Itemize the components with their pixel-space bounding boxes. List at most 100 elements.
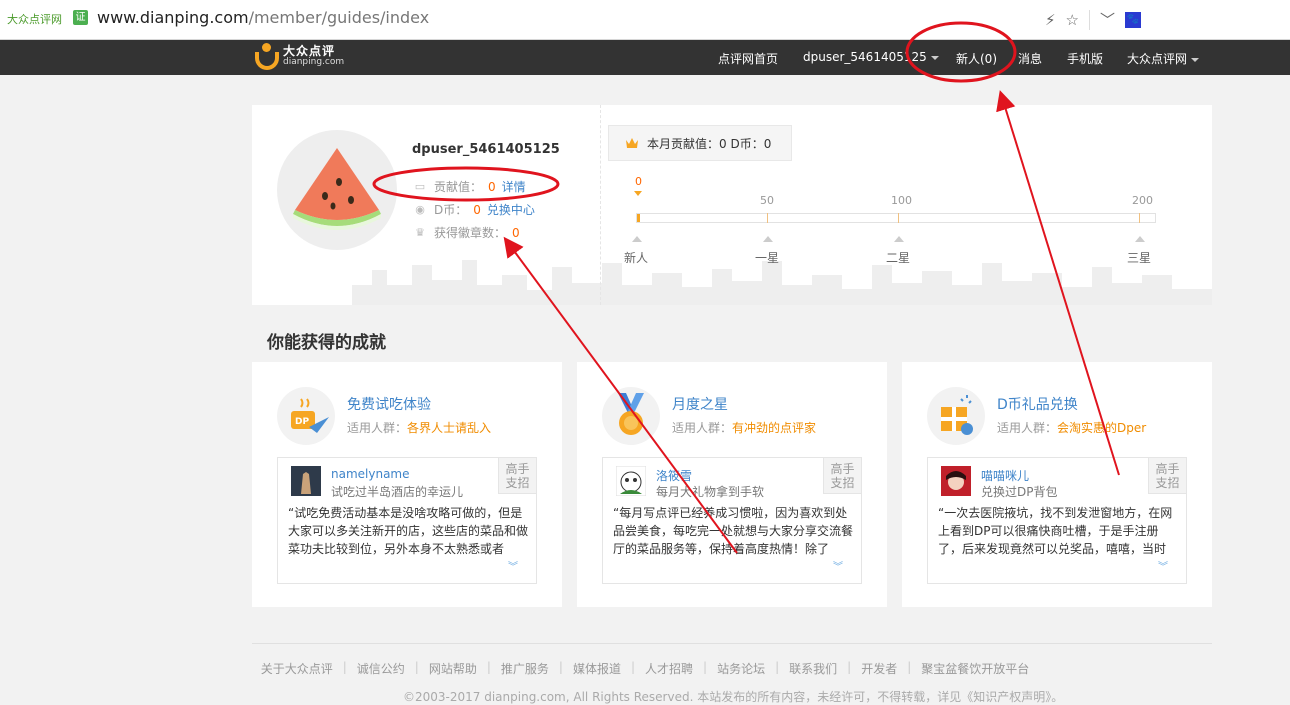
card-audience: 适用人群：会淘实惠的Dper xyxy=(997,419,1146,436)
footer-link[interactable]: 诚信公约 xyxy=(357,660,405,677)
footer-link[interactable]: 推广服务 xyxy=(501,660,549,677)
review-text: “每月写点评已经养成习惯啦，因为喜欢到处品尝美食，每吃完一处就想与大家分享交流餐… xyxy=(613,506,854,556)
medal-icon xyxy=(618,393,644,435)
exchange-center-link[interactable]: 兑换中心 xyxy=(487,201,535,218)
url-host: www.dianping.com xyxy=(97,8,249,27)
dianping-logo[interactable]: 大众点评 dianping.com xyxy=(253,43,344,71)
expert-tips-badge: 高手 支招 xyxy=(823,458,861,494)
lightning-icon[interactable]: ⚡ xyxy=(1045,11,1056,29)
progress-tick xyxy=(767,213,768,223)
footer-divider xyxy=(252,643,1212,644)
avatar[interactable] xyxy=(277,130,397,250)
expert-tips-badge: 高手 支招 xyxy=(498,458,536,494)
reviewer-name[interactable]: 喵喵咪儿 xyxy=(981,467,1029,484)
card-title[interactable]: D币礼品兑换 xyxy=(997,394,1078,414)
reviewer-desc: 每月大礼物拿到手软 xyxy=(656,485,765,499)
review-box: 喵喵咪儿 兑换过DP背包 高手 支招 “一次去医院掖坑，找不到发泄窗地方，在网上看… xyxy=(927,457,1187,584)
star-icon[interactable]: ☆ xyxy=(1066,11,1079,29)
dcoin-label: D币： xyxy=(434,203,468,217)
footer-links: 关于大众点评 | 诚信公约 | 网站帮助 | 推广服务 | 媒体报道 | 人才招聘 | 站务论坛 | 联系我… xyxy=(0,660,1290,677)
footer-link[interactable]: 站务论坛 xyxy=(717,660,765,677)
contribution-value: 0 xyxy=(488,179,496,194)
progress-tick-label: 100 xyxy=(891,194,912,207)
footer-separator: | xyxy=(486,660,491,674)
audience-value: 会淘实惠的Dper xyxy=(1057,421,1147,435)
contribution-detail-link[interactable]: 详情 xyxy=(502,178,526,195)
expert-tips-badge: 高手 支招 xyxy=(1148,458,1186,494)
level-label: 二星 xyxy=(886,251,911,265)
card-title[interactable]: 月度之星 xyxy=(672,394,728,414)
reviewer-desc: 试吃过半岛酒店的幸运儿 xyxy=(331,485,464,499)
profile-username: dpuser_5461405125 xyxy=(412,142,560,157)
footer-separator: | xyxy=(907,660,912,674)
reviewer-avatar[interactable] xyxy=(616,466,646,496)
expand-icon[interactable]: ︾ xyxy=(833,558,843,573)
nav-home[interactable]: 点评网首页 xyxy=(718,50,778,67)
audience-label: 适用人群： xyxy=(347,421,408,435)
profile-card: dpuser_5461405125 ▭ 贡献值： 0 详情 ◉ D币： 0 兑换中心… xyxy=(252,105,1212,305)
footer-separator: | xyxy=(414,660,419,674)
footer-separator: | xyxy=(342,660,347,674)
site-identity: 大众点评网 xyxy=(7,13,62,26)
footer-link[interactable]: 联系我们 xyxy=(789,660,837,677)
reviewer-desc: 兑换过DP背包 xyxy=(981,485,1058,499)
coffee-cup-icon: DP xyxy=(291,398,329,433)
section-title: 你能获得的成就 xyxy=(267,333,386,353)
progress-tick xyxy=(898,213,899,223)
review-box: 洛筱雪 每月大礼物拿到手软 高手 支招 “每月写点评已经养成习惯啦，因为喜欢到处品… xyxy=(602,457,862,584)
dcoin-icon: ◉ xyxy=(415,202,425,216)
footer-link[interactable]: 开发者 xyxy=(861,660,897,677)
reviewer-name[interactable]: namelyname xyxy=(331,467,410,481)
expand-icon[interactable]: ︾ xyxy=(1158,558,1168,573)
achievement-card-monthly-star[interactable]: 月度之星 适用人群：有冲劲的点评家 洛筱雪 每月大礼物拿到手软 高手 支招 “每月… xyxy=(577,362,887,607)
nav-newbie[interactable]: 新人(0) xyxy=(956,50,997,67)
crown-icon: ♛ xyxy=(415,225,425,239)
chevron-down-icon[interactable]: ﹀ xyxy=(1100,9,1115,30)
card-title[interactable]: 免费试吃体验 xyxy=(347,394,431,414)
audience-label: 适用人群： xyxy=(997,421,1058,435)
caret-down-icon xyxy=(1191,57,1200,62)
footer-separator: | xyxy=(775,660,780,674)
nav-user-menu[interactable]: dpuser_5461405125 xyxy=(803,50,939,64)
achievement-card-dcoin-gift[interactable]: D币礼品兑换 适用人群：会淘实惠的Dper 喵喵咪儿 兑换过DP背包 高手 支招 … xyxy=(902,362,1212,607)
nav-brand-menu[interactable]: 大众点评网 xyxy=(1127,50,1200,67)
caret-down-icon xyxy=(930,55,939,60)
level-marker-icon xyxy=(763,236,773,242)
url-path: /member/guides/index xyxy=(248,8,430,27)
reviewer-name[interactable]: 洛筱雪 xyxy=(656,467,692,484)
certificate-icon[interactable]: 证 xyxy=(73,10,88,25)
footer-link[interactable]: 媒体报道 xyxy=(573,660,621,677)
paw-icon[interactable]: 🐾 xyxy=(1125,11,1142,28)
reviewer-avatar[interactable] xyxy=(941,466,971,496)
city-skyline-decoration xyxy=(352,260,1212,305)
url-field[interactable]: www.dianping.com/member/guides/index xyxy=(97,8,429,27)
logo-cn-text: 大众点评 xyxy=(283,44,336,58)
browser-address-bar: 大众点评网 证 www.dianping.com/member/guides/i… xyxy=(0,0,1290,40)
monthly-text: 本月贡献值：0 D币：0 xyxy=(647,136,772,151)
footer-link[interactable]: 聚宝盆餐饮开放平台 xyxy=(921,660,1029,677)
level-label: 新人 xyxy=(624,251,649,265)
watermelon-icon xyxy=(293,148,381,230)
footer-link[interactable]: 网站帮助 xyxy=(429,660,477,677)
dcoin-value: 0 xyxy=(473,202,481,217)
level-marker-icon xyxy=(1135,236,1145,242)
current-contribution-value: 0 xyxy=(635,175,642,188)
progress-tick-label: 50 xyxy=(760,194,774,207)
nav-messages[interactable]: 消息 xyxy=(1018,50,1042,67)
level-marker-icon xyxy=(894,236,904,242)
footer-link[interactable]: 人才招聘 xyxy=(645,660,693,677)
audience-value: 有冲劲的点评家 xyxy=(732,421,817,435)
nav-user-label: dpuser_5461405125 xyxy=(803,50,927,64)
expand-icon[interactable]: ︾ xyxy=(508,558,518,573)
copyright: ©2003-2017 dianping.com, All Rights Rese… xyxy=(403,690,1064,704)
monthly-summary: 本月贡献值：0 D币：0 xyxy=(608,125,792,161)
reviewer-avatar[interactable] xyxy=(291,466,321,496)
nav-mobile[interactable]: 手机版 xyxy=(1067,50,1103,67)
contribution-stat: ▭ 贡献值： 0 详情 xyxy=(412,178,526,195)
footer-link[interactable]: 关于大众点评 xyxy=(261,660,333,677)
nav-brand-label: 大众点评网 xyxy=(1127,52,1188,66)
review-box: namelyname 试吃过半岛酒店的幸运儿 高手 支招 “试吃免费活动基本是没啥… xyxy=(277,457,537,584)
card-icon-wrapper: DP xyxy=(277,387,335,445)
logo-icon xyxy=(253,43,279,71)
achievement-card-free-tasting[interactable]: DP 免费试吃体验 适用人群：各界人士请乱入 namelyname 试吃过半岛酒… xyxy=(252,362,562,607)
